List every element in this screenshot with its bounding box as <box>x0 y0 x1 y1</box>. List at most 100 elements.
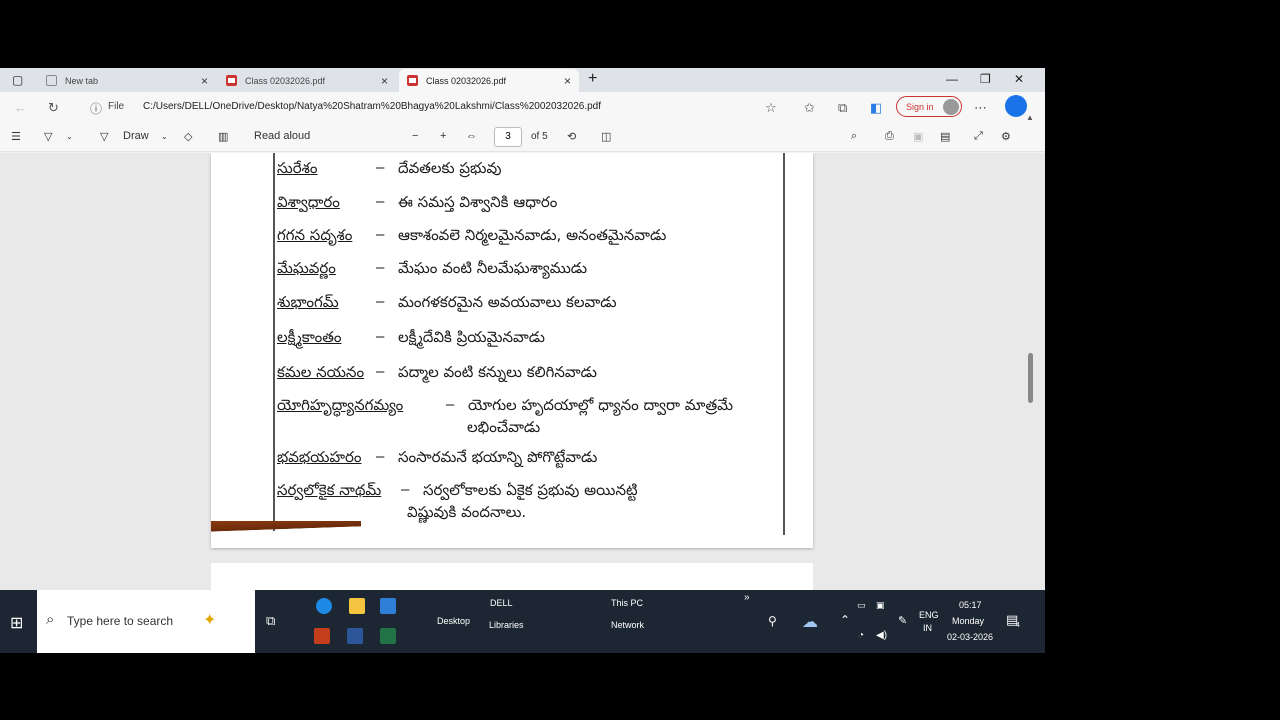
close-icon[interactable]: × <box>381 74 388 88</box>
sign-in-label: Sign in <box>906 101 934 112</box>
zoom-out-icon[interactable]: − <box>412 130 418 142</box>
text-view-icon[interactable]: ▥ <box>218 130 228 143</box>
clock-day[interactable]: Monday <box>952 616 984 626</box>
word-icon[interactable] <box>347 628 363 644</box>
quick-link-network[interactable]: Network <box>611 620 644 630</box>
address-bar: ← ↻ ⓘ File C:/Users/DELL/OneDrive/Deskto… <box>0 92 1045 122</box>
erase-icon[interactable]: ◇ <box>184 130 192 143</box>
quick-link-dell[interactable]: DELL <box>490 598 513 608</box>
security-icon[interactable]: ▣ <box>876 600 885 611</box>
settings-icon[interactable]: ⚙ <box>1001 130 1011 143</box>
save-icon[interactable]: ▣ <box>913 130 923 143</box>
browser-window: ▢ New tab × Class 02032026.pdf × Class 0… <box>0 68 1045 653</box>
task-view-icon[interactable]: ⧉ <box>266 613 275 629</box>
fullscreen-icon[interactable]: ⤢ <box>974 130 983 143</box>
dash-separator: – <box>376 328 385 345</box>
search-icon[interactable]: ⌕ <box>851 130 857 143</box>
meaning-text: పద్మాల వంటి కన్నులు కలిగినవాడు <box>398 363 597 381</box>
pdf-toolbar: ☰ ▽ ⌄ ▽ Draw ⌄ ◇ ▥ Read aloud − + ⇔ 3 of… <box>0 122 1045 152</box>
dash-separator: – <box>376 448 385 465</box>
wifi-icon[interactable]: ◔ <box>858 630 864 641</box>
contents-icon[interactable]: ☰ <box>11 130 21 143</box>
save-as-icon[interactable]: ▤ <box>940 130 950 143</box>
sign-in-button[interactable]: Sign in <box>896 96 962 117</box>
language-eng[interactable]: ENG <box>919 610 939 620</box>
search-placeholder: Type here to search <box>67 614 174 628</box>
file-label: File <box>108 101 125 112</box>
collections-icon[interactable]: ⧉ <box>838 100 847 116</box>
search-icon: ⌕ <box>46 611 55 628</box>
page-number-input[interactable]: 3 <box>494 127 522 147</box>
highlight-icon[interactable]: ▽ <box>44 130 52 143</box>
people-icon[interactable]: ⚲ <box>768 614 777 628</box>
page-view-icon[interactable]: ◫ <box>601 130 611 143</box>
pen-icon[interactable]: ✎ <box>898 614 907 627</box>
scroll-up-icon[interactable]: ▲ <box>1026 113 1034 122</box>
volume-icon[interactable]: ◀) <box>876 630 887 641</box>
favorites-icon[interactable]: ✩ <box>804 100 815 116</box>
favorite-star-icon[interactable]: ☆ <box>765 100 777 116</box>
more-icon[interactable]: ⋯ <box>974 100 987 116</box>
restore-button[interactable]: ❐ <box>980 72 991 86</box>
desktop-toolbar-label[interactable]: Desktop <box>437 616 470 626</box>
battery-icon[interactable]: ▭ <box>857 600 866 611</box>
tab-label: Class 02032026.pdf <box>426 75 507 86</box>
draw-icon[interactable]: ▽ <box>100 130 108 143</box>
more-links-icon[interactable]: » <box>744 592 750 603</box>
weather-icon[interactable]: ☁ <box>802 612 818 632</box>
close-icon[interactable]: × <box>564 74 571 88</box>
search-box[interactable]: ⌕ Type here to search ✦ <box>37 590 255 653</box>
rotate-icon[interactable]: ⟲ <box>567 130 576 143</box>
scroll-thumb[interactable] <box>1028 353 1033 403</box>
excel-icon[interactable] <box>380 628 396 644</box>
refresh-icon[interactable]: ↻ <box>48 100 59 116</box>
new-tab-button[interactable]: + <box>588 70 597 88</box>
vertical-scrollbar[interactable]: ▲ ▼ <box>1024 113 1036 653</box>
pdf-viewer[interactable]: సురేశం – దేవతలకు ప్రభువు విశ్వాధారం – ఈ సమస్త… <box>0 153 1045 653</box>
file-explorer-icon[interactable] <box>349 598 365 614</box>
bing-copilot-icon[interactable] <box>1005 95 1027 117</box>
store-icon[interactable] <box>380 598 396 614</box>
clock-date[interactable]: 02-03-2026 <box>947 632 993 642</box>
meaning-text: ఈ సమస్త విశ్వానికి ఆధారం <box>398 193 558 211</box>
meaning-text-continued: విష్ణువుకి వందనాలు. <box>407 503 527 521</box>
meaning-text: దేవతలకు ప్రభువు <box>398 159 502 177</box>
term-text: శుభాంగమ్ <box>277 293 339 311</box>
edge-icon[interactable] <box>316 598 332 614</box>
meaning-text: సర్వలోకాలకు ఏకైక ప్రభువు అయినట్టి <box>423 481 638 499</box>
quick-link-libraries[interactable]: Libraries <box>489 620 524 630</box>
tab-strip: ▢ New tab × Class 02032026.pdf × Class 0… <box>0 68 1045 92</box>
avatar <box>943 99 959 115</box>
tab-pdf-2[interactable]: Class 02032026.pdf × <box>399 69 579 92</box>
extension-icon[interactable]: ◧ <box>870 100 882 116</box>
windows-taskbar: ⊞ ⌕ Type here to search ✦ ⧉ Desktop DELL… <box>0 590 1045 653</box>
dash-separator: – <box>376 363 385 380</box>
tab-pdf-1[interactable]: Class 02032026.pdf × <box>218 69 396 92</box>
fit-width-icon[interactable]: ⇔ <box>466 130 477 142</box>
url-field[interactable]: C:/Users/DELL/OneDrive/Desktop/Natya%20S… <box>143 101 601 112</box>
zoom-in-icon[interactable]: + <box>440 130 446 142</box>
chevron-down-icon[interactable]: ⌄ <box>66 132 73 141</box>
powerpoint-icon[interactable] <box>314 628 330 644</box>
close-window-button[interactable]: ✕ <box>1014 72 1024 86</box>
language-in[interactable]: IN <box>923 623 932 633</box>
clock-time[interactable]: 05:17 <box>959 600 982 610</box>
quick-link-this-pc[interactable]: This PC <box>611 598 643 608</box>
dash-separator: – <box>401 481 410 498</box>
term-text: యోగిహృద్ధ్యానగమ్యం <box>277 396 404 414</box>
minimize-button[interactable]: — <box>946 72 958 86</box>
copilot-sparkle-icon[interactable]: ✦ <box>203 610 216 630</box>
meaning-text: లక్ష్మీదేవికి ప్రియమైనవాడు <box>398 328 545 346</box>
back-icon[interactable]: ← <box>14 100 27 115</box>
chevron-down-icon[interactable]: ⌄ <box>161 132 168 141</box>
windows-start-icon[interactable]: ⊞ <box>10 613 23 633</box>
info-icon[interactable]: ⓘ <box>90 100 102 117</box>
read-aloud-button[interactable]: Read aloud <box>254 130 310 142</box>
print-icon[interactable]: ⎙ <box>885 130 894 143</box>
term-text: భవభయహరం <box>277 448 362 466</box>
close-icon[interactable]: × <box>201 74 208 88</box>
chevron-up-icon[interactable]: ⌃ <box>840 613 850 627</box>
workspaces-icon[interactable]: ▢ <box>12 73 23 87</box>
draw-button[interactable]: Draw <box>123 130 149 142</box>
tab-new-tab[interactable]: New tab × <box>38 69 216 92</box>
